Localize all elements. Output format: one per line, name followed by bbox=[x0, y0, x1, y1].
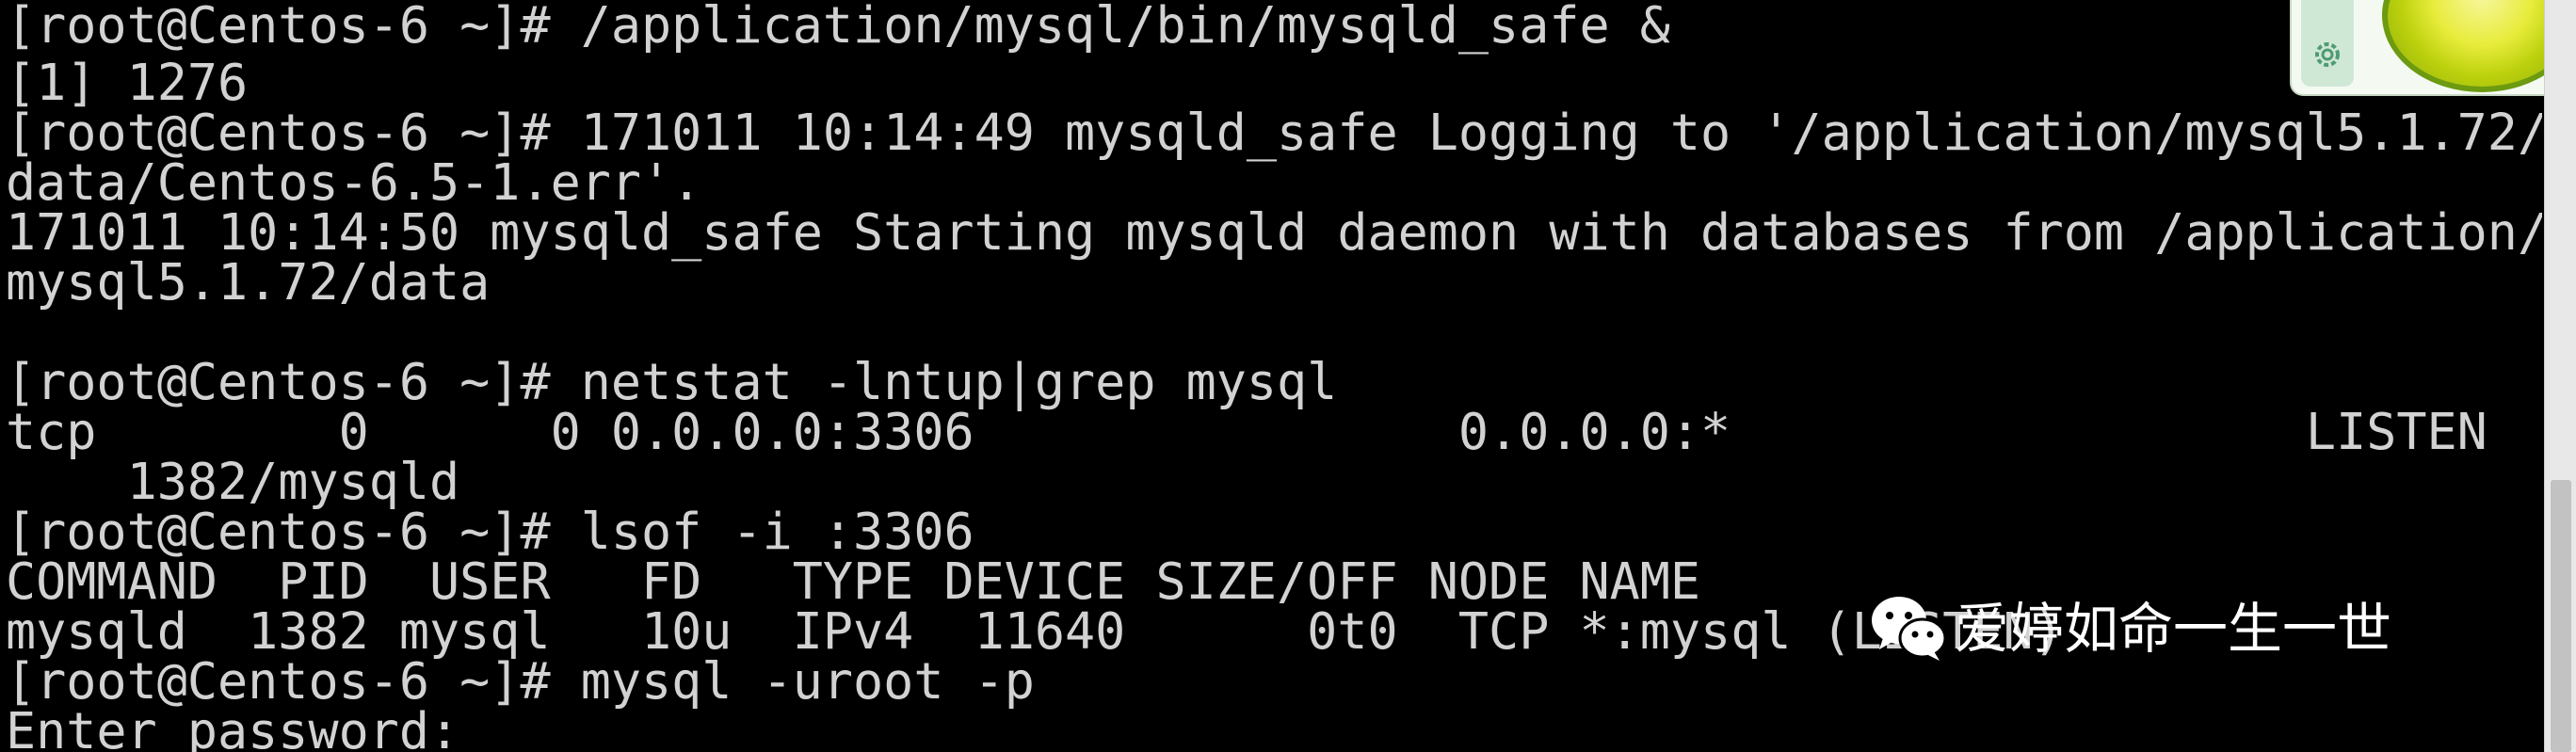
watermark: 爱婷如命一生一世 bbox=[1870, 591, 2391, 666]
terminal-line: [root@Centos-6 ~]# /application/mysql/bi… bbox=[6, 0, 1670, 55]
terminal-line: data/Centos-6.5-1.err'. bbox=[6, 152, 702, 212]
terminal-line: [root@Centos-6 ~]# lsof -i :3306 bbox=[6, 502, 974, 561]
terminal-line: [root@Centos-6 ~]# 171011 10:14:49 mysql… bbox=[6, 103, 2542, 162]
vertical-scrollbar[interactable] bbox=[2544, 0, 2576, 752]
terminal-line: Enter password: bbox=[6, 701, 460, 752]
gear-icon[interactable] bbox=[2312, 40, 2343, 70]
terminal-line: [1] 1276 bbox=[6, 53, 249, 112]
wechat-icon bbox=[1872, 597, 1947, 661]
scrollbar-thumb[interactable] bbox=[2551, 480, 2571, 752]
watermark-text: 爱婷如命一生一世 bbox=[1955, 597, 2392, 661]
widget-popup[interactable] bbox=[2290, 0, 2572, 96]
terminal-line: tcp 0 0 0.0.0.0:3306 0.0.0.0:* LISTEN bbox=[6, 402, 2487, 461]
terminal-line: [root@Centos-6 ~]# netstat -lntup|grep m… bbox=[6, 352, 1338, 411]
terminal-line: 171011 10:14:50 mysqld_safe Starting mys… bbox=[6, 202, 2542, 262]
terminal-line: COMMAND PID USER FD TYPE DEVICE SIZE/OFF… bbox=[6, 552, 1701, 611]
terminal-line: mysql5.1.72/data bbox=[6, 252, 491, 312]
terminal-line: [root@Centos-6 ~]# mysql -uroot -p bbox=[6, 651, 1035, 711]
terminal-line: mysqld 1382 mysql 10u IPv4 11640 0t0 TCP… bbox=[6, 601, 2064, 661]
terminal-line: 1382/mysqld bbox=[6, 452, 460, 511]
